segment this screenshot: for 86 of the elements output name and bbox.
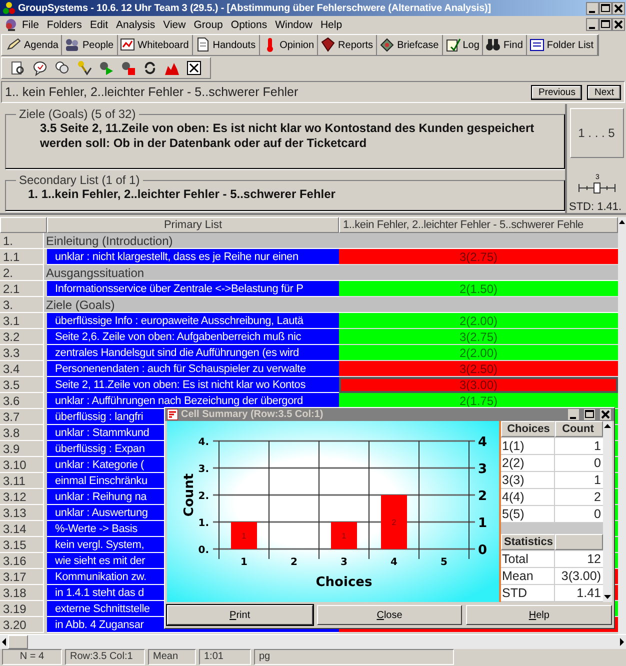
- count-cell-text: 1: [593, 472, 602, 488]
- row-number: 3.12: [0, 489, 44, 505]
- row-number: 3.16: [0, 553, 44, 569]
- tick-label: 3: [478, 462, 488, 477]
- row-number: 3.14: [0, 521, 44, 537]
- statistic-label: Total: [501, 551, 555, 567]
- row-number: 3.10: [0, 457, 44, 473]
- section-heading: Ziele (Goals): [44, 297, 618, 313]
- data-label: 1: [242, 532, 246, 540]
- status-field: pg: [254, 649, 454, 665]
- choice-cell: 4(4): [501, 489, 555, 505]
- result-cell: 3(2.75): [339, 249, 618, 265]
- result-cell: 3(2.50): [339, 361, 618, 377]
- tick-label: 2: [290, 557, 298, 568]
- data-label: 2: [392, 518, 396, 527]
- std-label: STD: 1.41.: [568, 201, 622, 213]
- row-number: 3.15: [0, 537, 44, 553]
- scale-range: 1 . . . 5: [578, 126, 615, 140]
- status-field: Mean: [148, 649, 196, 665]
- goal-text: 3.5 Seite 2, 11.Zeile von oben: Es ist nicht klar wo Kontostand des Kunden gespeichert werden soll: Ob in der Datenbank oder auf der Ticketcard: [39, 121, 536, 151]
- data-label: 1: [342, 532, 346, 540]
- tick-label: 2.: [198, 491, 209, 502]
- statistic-value: 1.41: [576, 585, 602, 601]
- count-cell-text: 1: [593, 438, 602, 454]
- panel-legend: Secondary List (1 of 1): [16, 173, 143, 187]
- statistic-value: 12: [586, 551, 602, 567]
- count-cell-text: 0: [593, 455, 602, 471]
- window-title: GroupSystems - 10.6. 12 Uhr Team 3 (29.5.) - [Abstimmung über Fehlerschwere (Alternative Analysis)]: [18, 2, 492, 14]
- count-cell-text: 2: [593, 489, 602, 505]
- row-number: 3.3: [0, 345, 44, 361]
- secondary-text: 1. 1..kein Fehler, 2..leichter Fehler - 5..schwerer Fehler: [27, 187, 336, 201]
- row-number: 2.: [0, 265, 44, 281]
- row-number: 3.2: [0, 329, 44, 345]
- choice-cell: 3(3): [501, 472, 555, 488]
- tick-label: 1: [240, 557, 248, 568]
- row-number: 3.7: [0, 409, 44, 425]
- row-number: 3.19: [0, 601, 44, 617]
- tick-label: 0: [478, 543, 488, 558]
- row-number: 3.20: [0, 617, 44, 633]
- row-number: 3.9: [0, 441, 44, 457]
- tick-label: 3.: [198, 464, 209, 475]
- row-number: 3.4: [0, 361, 44, 377]
- row-number: 1.1: [0, 249, 44, 265]
- dialog-title: Cell Summary (Row:3.5 Col:1): [181, 409, 324, 420]
- tick-label: 0.: [198, 545, 209, 556]
- statistic-value: 3(3.00): [560, 568, 602, 584]
- row-number: 3.6: [0, 393, 44, 409]
- tick-label: 4: [390, 557, 398, 568]
- result-cell: 3(3.00): [339, 377, 618, 393]
- result-cell: 2(2.00): [339, 345, 618, 361]
- section-heading: Ausgangssituation: [44, 265, 618, 281]
- choice-cell: 5(5): [501, 506, 555, 522]
- prompt-text: 1.. kein Fehler, 2..leichter Fehler - 5..schwerer Fehler: [5, 85, 300, 99]
- row-number: 1.: [0, 233, 44, 249]
- tick-label: 3: [340, 557, 348, 568]
- tick-label: 4.: [198, 437, 209, 448]
- row-number: 2.1: [0, 281, 44, 297]
- tick-label: 4: [478, 435, 488, 450]
- axis-title: Choices: [316, 575, 372, 590]
- panel-legend: Ziele (Goals) (5 of 32): [16, 107, 139, 121]
- row-number: 3.8: [0, 425, 44, 441]
- row-number: 3.17: [0, 569, 44, 585]
- row-number: 3.5: [0, 377, 44, 393]
- choice-cell: 2(2): [501, 455, 555, 471]
- column-header: Statistics: [501, 534, 555, 550]
- axis-title: Count: [182, 473, 197, 517]
- result-cell: 2(2.00): [339, 313, 618, 329]
- statistic-label: STD: [501, 585, 555, 601]
- result-cell: 2(1.50): [339, 281, 618, 297]
- section-heading: Einleitung (Introduction): [44, 233, 618, 249]
- row-number: 3.18: [0, 585, 44, 601]
- row-number: 3.11: [0, 473, 44, 489]
- tick-label: 1.: [198, 518, 209, 529]
- status-field: Row:3.5 Col:1: [65, 649, 145, 665]
- choice-cell: 1(1): [501, 438, 555, 454]
- status-field: 1:01: [199, 649, 251, 665]
- count-cell-text: 0: [593, 506, 602, 522]
- status-field: N = 4: [2, 649, 62, 665]
- row-number: 3.1: [0, 313, 44, 329]
- result-cell: 3(2.75): [339, 329, 618, 345]
- statistic-label: Mean: [501, 568, 555, 584]
- tick-label: 5: [440, 557, 448, 568]
- row-number: 3.: [0, 297, 44, 313]
- tick-label: 1: [478, 516, 488, 531]
- tick-label: 2: [478, 489, 488, 504]
- row-number: 3.13: [0, 505, 44, 521]
